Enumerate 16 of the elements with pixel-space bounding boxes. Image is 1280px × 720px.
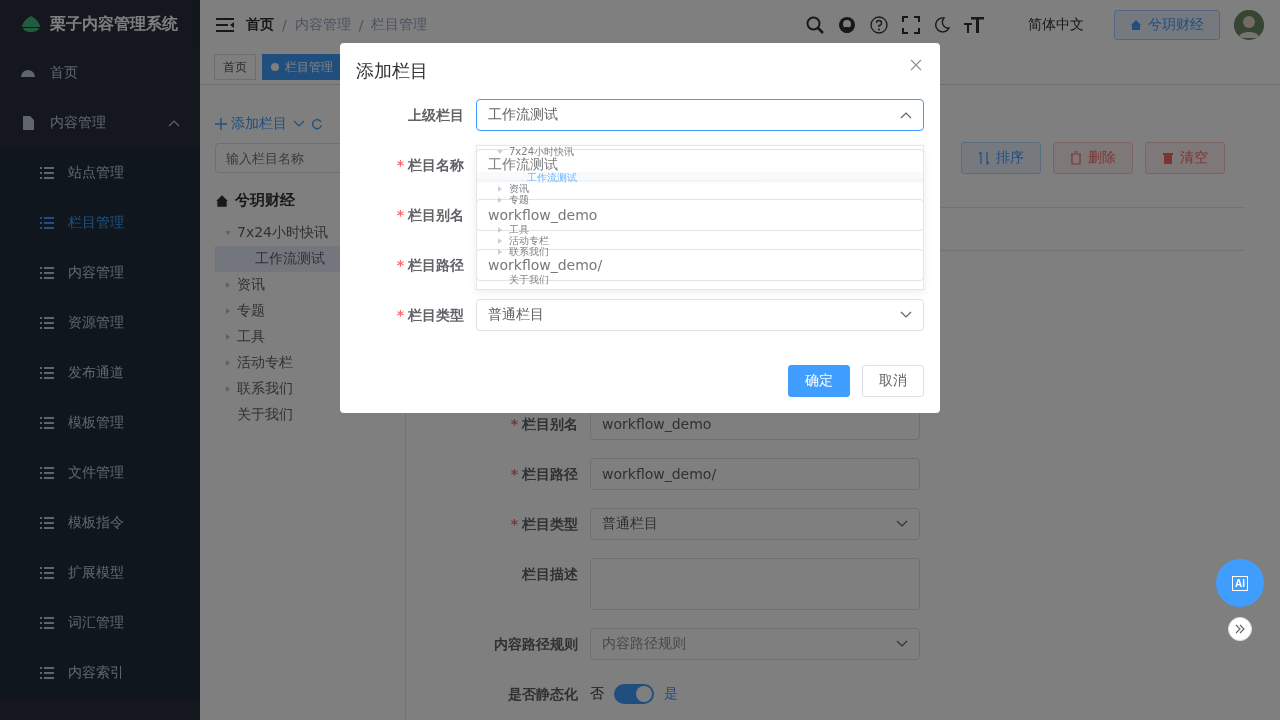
- field-label: 是否静态化: [507, 685, 578, 704]
- field-label: 上级栏目: [407, 106, 464, 125]
- switch-label: 否: [590, 685, 604, 703]
- field-label: * 栏目名称: [395, 156, 464, 175]
- field-label: * 栏目别名: [509, 415, 578, 434]
- switch-label: 是: [664, 685, 678, 703]
- field-label: 内容路径规则: [493, 635, 578, 654]
- field-label: * 栏目类型: [509, 515, 578, 534]
- dialog-title: 添加栏目: [356, 59, 428, 83]
- breadcrumb-separator: /: [358, 17, 364, 33]
- field-label: * 栏目路径: [509, 465, 578, 484]
- field-label: * 栏目别名: [395, 206, 464, 225]
- app-title: 栗子内容管理系统: [50, 13, 178, 35]
- field-label: 栏目描述: [521, 565, 578, 584]
- field-label: * 栏目类型: [395, 306, 464, 325]
- breadcrumb-separator: /: [282, 17, 287, 33]
